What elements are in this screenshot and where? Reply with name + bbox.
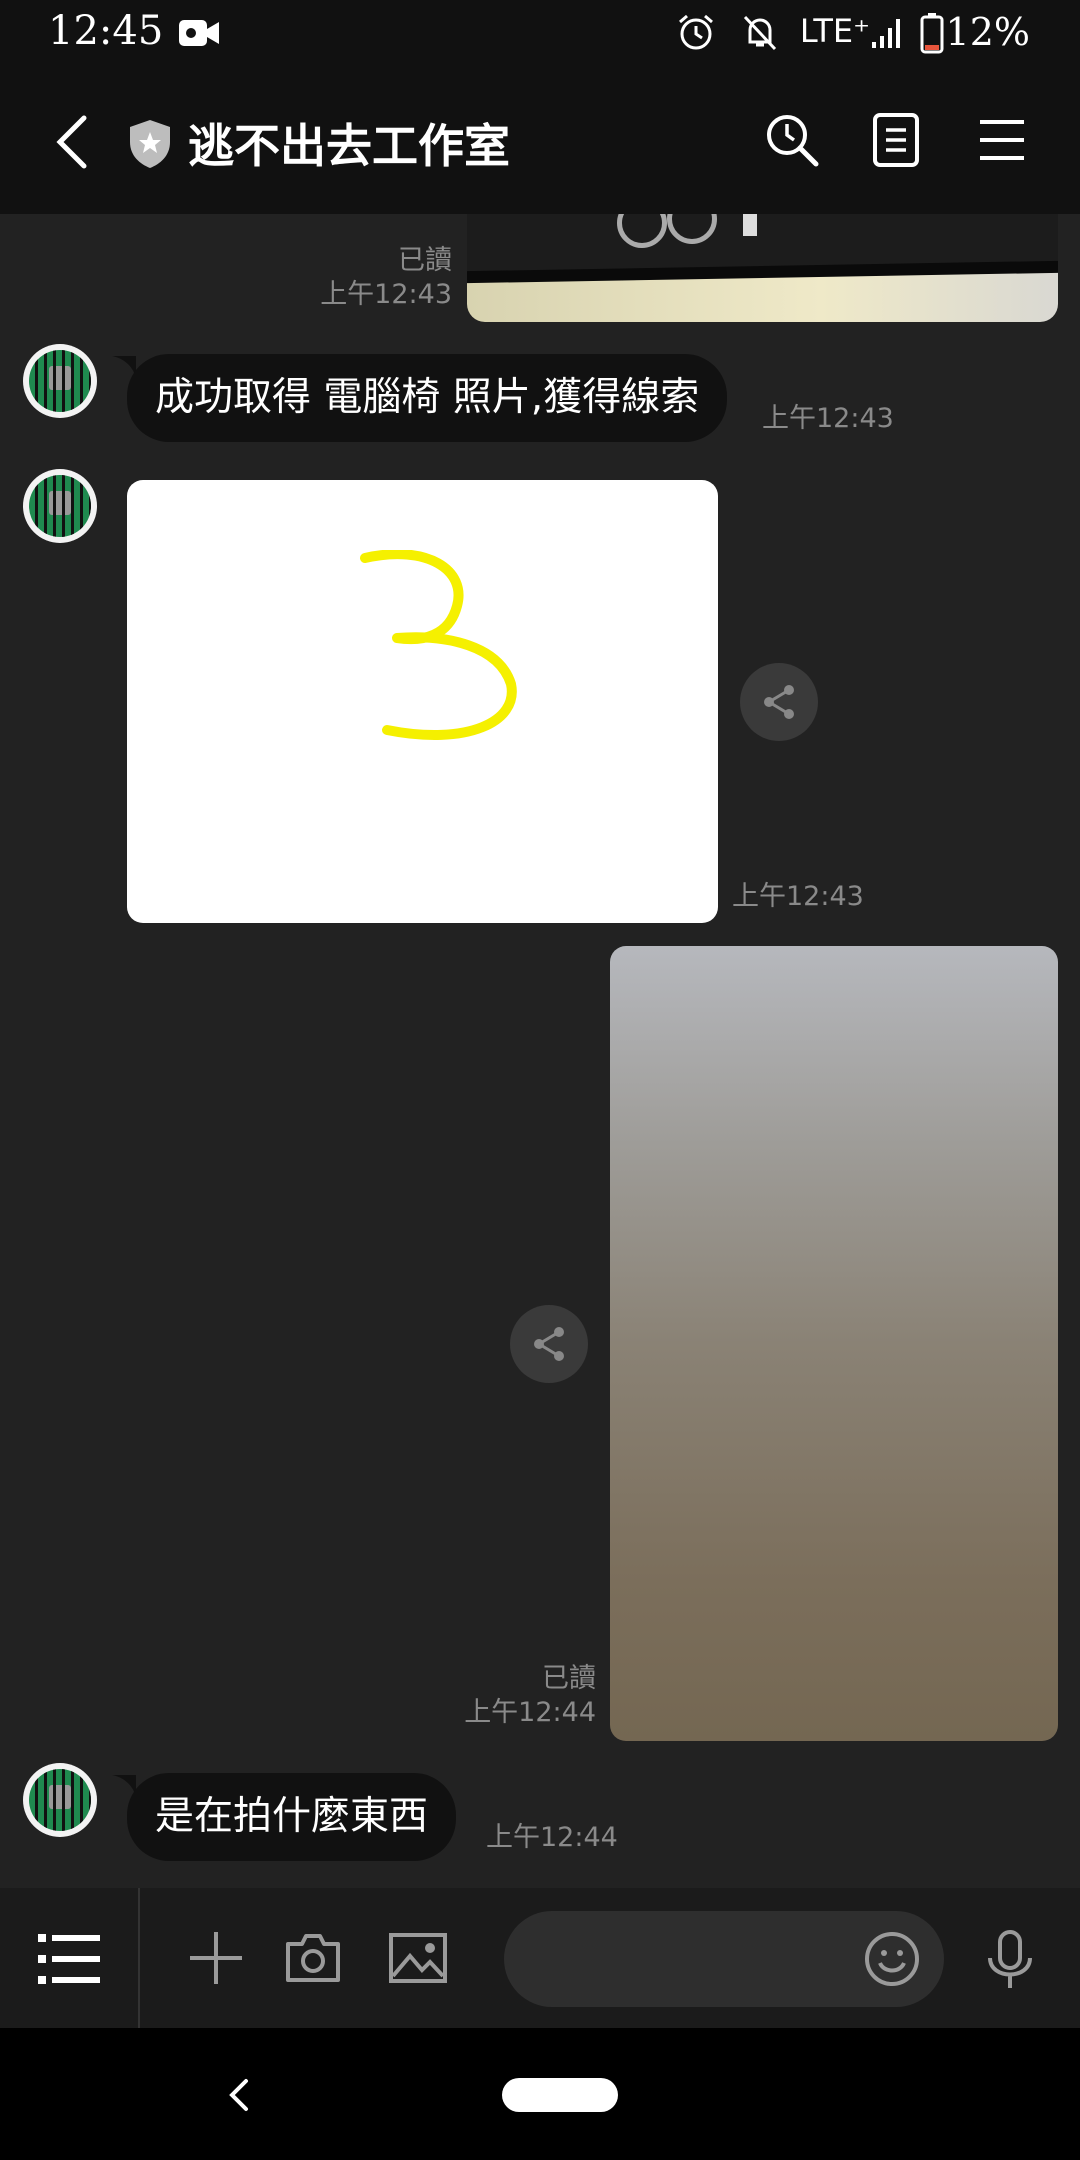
search-icon[interactable] [764, 112, 820, 168]
yellow-digit-drawing [360, 550, 517, 741]
alarm-icon [679, 14, 713, 50]
message-bubble[interactable]: 成功取得 電腦椅 照片,獲得線索 [127, 354, 728, 442]
sent-photo-message[interactable] [467, 214, 1058, 322]
chat-header: 逃不出去工作室 [0, 66, 1080, 214]
share-button[interactable] [510, 1305, 588, 1383]
message-input[interactable] [504, 1911, 944, 2007]
status-time: 12:45 [48, 8, 164, 54]
message-time: 上午12:44 [486, 1822, 618, 1853]
menu-icon[interactable] [978, 118, 1026, 162]
share-icon [764, 685, 794, 719]
read-receipt: 已讀 [398, 245, 452, 276]
chat-title: 逃不出去工作室 [188, 119, 510, 173]
video-recording-icon [179, 20, 219, 46]
message-bubble[interactable]: 是在拍什麼東西 [127, 1773, 457, 1861]
message-meta: 已讀 上午12:43 [280, 244, 452, 312]
shield-icon [130, 120, 170, 168]
avatar[interactable] [23, 1763, 97, 1837]
battery-icon [920, 13, 944, 54]
read-receipt: 已讀 [542, 1663, 596, 1694]
plus-icon[interactable] [188, 1930, 244, 1986]
home-pill[interactable] [502, 2078, 618, 2112]
share-button[interactable] [740, 663, 818, 741]
message-time: 上午12:43 [732, 881, 864, 912]
network-type: LTE⁺ [799, 12, 870, 50]
avatar[interactable] [23, 344, 97, 418]
sent-photo-message[interactable] [610, 946, 1058, 1741]
divider [138, 1888, 140, 2028]
message-time: 上午12:43 [320, 279, 452, 310]
notes-icon[interactable] [872, 112, 920, 168]
avatar[interactable] [23, 469, 97, 543]
image-gallery-icon[interactable] [388, 1932, 448, 1984]
emoji-icon[interactable] [864, 1931, 920, 1987]
camera-icon[interactable] [284, 1932, 342, 1984]
system-nav-bar [0, 2028, 1080, 2160]
notifications-off-icon [743, 15, 777, 51]
message-time: 上午12:43 [762, 403, 894, 434]
input-bar [0, 1888, 1080, 2028]
list-menu-icon[interactable] [38, 1932, 102, 1986]
signal-icon [872, 19, 900, 48]
status-bar: 12:45 LTE⁺ 12% [0, 0, 1080, 66]
message-meta: 已讀 上午12:44 [420, 1662, 596, 1730]
back-arrow-icon[interactable] [52, 114, 92, 170]
battery-percent: 12% [945, 10, 1030, 54]
nav-back-icon[interactable] [228, 2078, 250, 2112]
message-time: 上午12:44 [464, 1697, 596, 1728]
share-icon [534, 1327, 564, 1361]
received-image-message[interactable]: 3 [127, 480, 718, 923]
microphone-icon[interactable] [986, 1930, 1034, 1990]
